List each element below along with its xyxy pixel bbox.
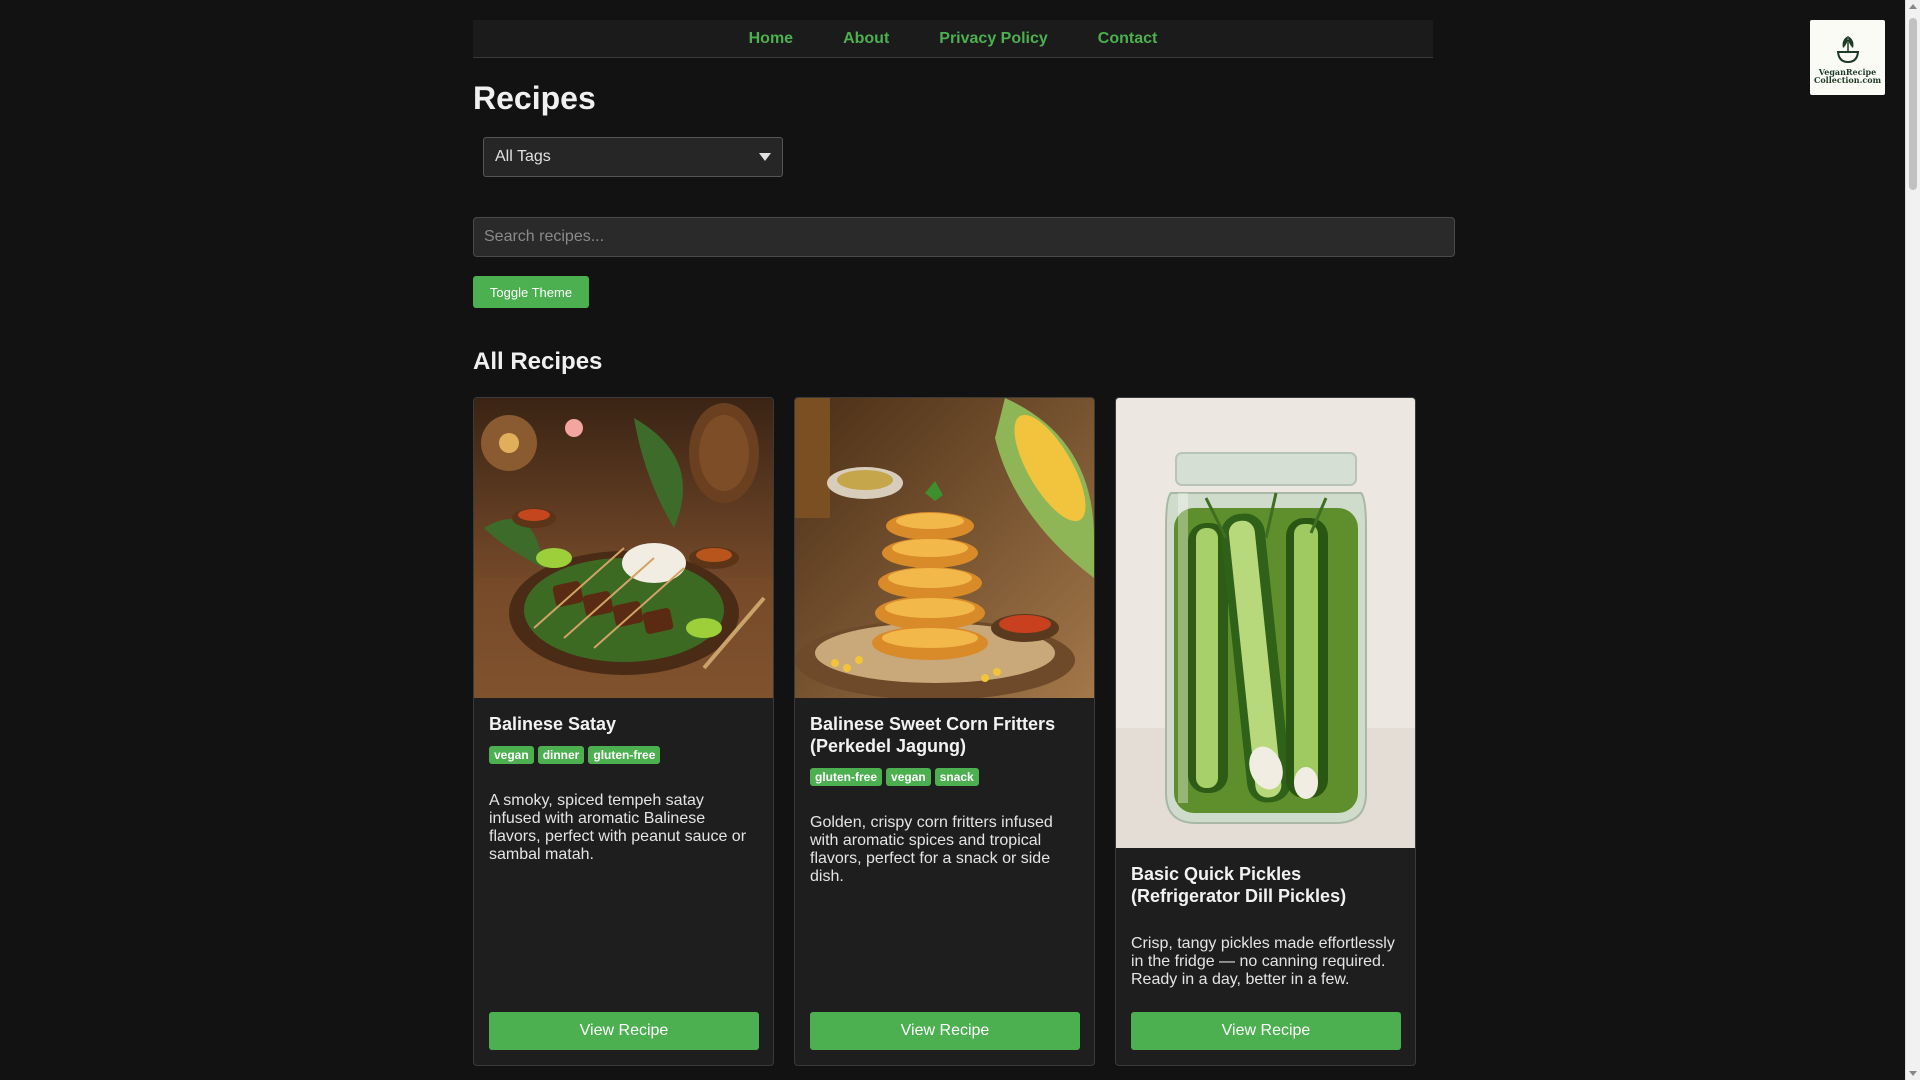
recipe-title: Balinese Satay: [489, 714, 617, 734]
recipe-image-pickles[interactable]: [1116, 398, 1415, 848]
recipe-card-grid: Balinese Satay vegan dinner gluten-free …: [473, 397, 1455, 1066]
scroll-up-icon[interactable]: [1909, 4, 1917, 9]
page-title: Recipes: [473, 80, 596, 116]
tag-badge: gluten-free: [810, 768, 883, 786]
recipe-description: A smoky, spiced tempeh satay infused wit…: [489, 792, 747, 863]
page-scrollbar[interactable]: [1905, 0, 1920, 1080]
site-logo[interactable]: VeganRecipe Collection.com: [1810, 20, 1885, 95]
scrollbar-thumb[interactable]: [1909, 18, 1917, 190]
recipe-card: Balinese Sweet Corn Fritters (Perkedel J…: [794, 397, 1095, 1066]
section-title: All Recipes: [473, 348, 603, 375]
view-recipe-button[interactable]: View Recipe: [1131, 1012, 1401, 1050]
recipe-image-satay[interactable]: [474, 398, 773, 698]
recipe-tags: vegan dinner gluten-free: [489, 746, 758, 764]
recipe-card: Basic Quick Pickles (Refrigerator Dill P…: [1115, 397, 1416, 1066]
plant-bowl-icon: [1836, 35, 1859, 63]
tag-badge: vegan: [886, 768, 931, 786]
view-recipe-button[interactable]: View Recipe: [489, 1012, 759, 1050]
tag-filter-select[interactable]: All Tags: [483, 137, 783, 177]
chevron-down-icon: [759, 153, 771, 161]
recipe-title: Balinese Sweet Corn Fritters (Perkedel J…: [810, 714, 1056, 756]
view-recipe-button[interactable]: View Recipe: [810, 1012, 1080, 1050]
search-input[interactable]: [473, 217, 1455, 257]
tag-filter-value: All Tags: [495, 148, 551, 165]
nav-privacy-policy-link[interactable]: Privacy Policy: [939, 30, 1048, 48]
scroll-down-icon[interactable]: [1909, 1071, 1917, 1076]
top-navigation: Home About Privacy Policy Contact: [473, 20, 1433, 58]
logo-text: VeganRecipe Collection.com: [1813, 66, 1882, 85]
tag-badge: snack: [934, 768, 979, 786]
recipe-description: Crisp, tangy pickles made effortlessly i…: [1131, 935, 1395, 988]
main-container: Home About Privacy Policy Contact Recipe…: [473, 0, 1455, 1066]
recipe-tags: gluten-free vegan snack: [810, 768, 1079, 786]
nav-about-link[interactable]: About: [843, 30, 889, 48]
recipe-title: Basic Quick Pickles (Refrigerator Dill P…: [1131, 864, 1347, 906]
recipe-description: Golden, crispy corn fritters infused wit…: [810, 814, 1053, 885]
nav-contact-link[interactable]: Contact: [1098, 30, 1158, 48]
toggle-theme-button[interactable]: Toggle Theme: [473, 276, 589, 308]
nav-home-link[interactable]: Home: [749, 30, 793, 48]
recipe-image-corn-fritters[interactable]: [795, 398, 1094, 698]
tag-badge: gluten-free: [588, 746, 661, 764]
tag-badge: dinner: [537, 746, 585, 764]
recipe-card: Balinese Satay vegan dinner gluten-free …: [473, 397, 774, 1066]
tag-badge: vegan: [489, 746, 534, 764]
